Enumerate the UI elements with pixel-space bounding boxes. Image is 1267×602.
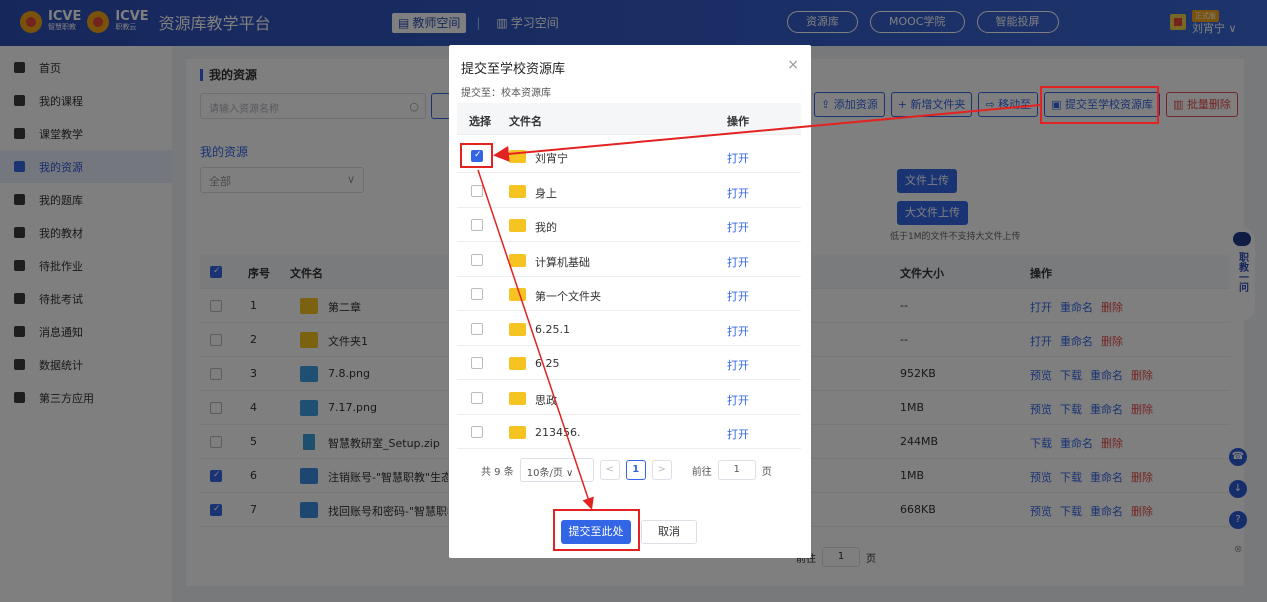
annotation-arrow-1 <box>493 104 1041 162</box>
annotation-arrows <box>477 104 1041 510</box>
annotation-arrow-2 <box>477 169 594 510</box>
